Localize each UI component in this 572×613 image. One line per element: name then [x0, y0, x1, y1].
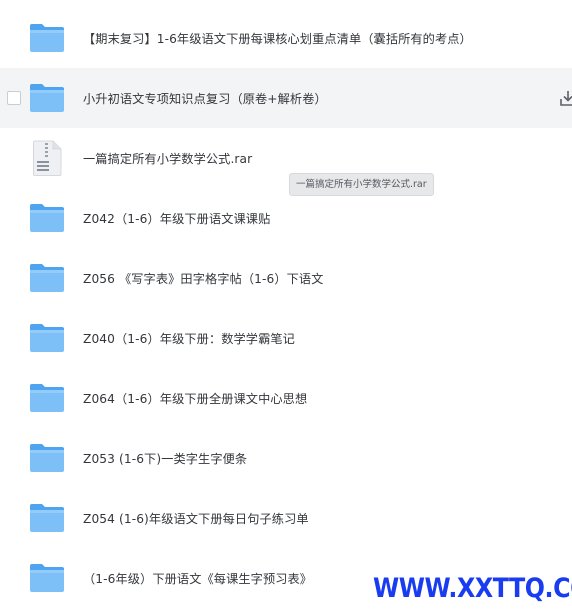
folder-icon: [28, 379, 66, 417]
filename-tooltip: 一篇搞定所有小学数学公式.rar: [289, 173, 434, 196]
folder-icon: [28, 199, 66, 237]
file-name[interactable]: Z054 (1-6)年级语文下册每日句子练习单: [83, 509, 309, 527]
archive-file-icon: [28, 139, 66, 177]
folder-icon: [28, 319, 66, 357]
folder-icon: [28, 559, 66, 597]
file-name[interactable]: 【期末复习】1-6年级语文下册每课核心划重点清单（囊括所有的考点）: [83, 29, 472, 47]
download-icon[interactable]: [558, 88, 572, 108]
file-row[interactable]: 一篇搞定所有小学数学公式.rar: [0, 128, 572, 188]
file-row[interactable]: 小升初语文专项知识点复习（原卷+解析卷）: [0, 68, 572, 128]
file-row[interactable]: Z056 《写字表》田字格字帖（1-6）下语文: [0, 248, 572, 308]
folder-icon: [28, 259, 66, 297]
file-name[interactable]: Z042（1-6）年级下册语文课课贴: [83, 209, 270, 227]
folder-icon: [28, 499, 66, 537]
folder-icon: [28, 19, 66, 57]
file-row[interactable]: Z054 (1-6)年级语文下册每日句子练习单: [0, 488, 572, 548]
file-name[interactable]: Z056 《写字表》田字格字帖（1-6）下语文: [83, 269, 324, 287]
file-name[interactable]: Z053 (1-6下)一类字生字便条: [83, 449, 247, 467]
file-list-page: 【期末复习】1-6年级语文下册每课核心划重点清单（囊括所有的考点） 小升初语文专…: [0, 0, 572, 613]
file-row[interactable]: Z040（1-6）年级下册：数学学霸笔记: [0, 308, 572, 368]
file-row[interactable]: Z042（1-6）年级下册语文课课贴: [0, 188, 572, 248]
file-name[interactable]: （1-6年级）下册语文《每课生字预习表》: [83, 569, 312, 587]
file-list: 【期末复习】1-6年级语文下册每课核心划重点清单（囊括所有的考点） 小升初语文专…: [0, 8, 572, 608]
file-name[interactable]: 一篇搞定所有小学数学公式.rar: [83, 149, 252, 167]
file-name[interactable]: 小升初语文专项知识点复习（原卷+解析卷）: [83, 89, 327, 107]
file-row[interactable]: Z053 (1-6下)一类字生字便条: [0, 428, 572, 488]
file-name[interactable]: Z064（1-6）年级下册全册课文中心思想: [83, 389, 307, 407]
file-name[interactable]: Z040（1-6）年级下册：数学学霸笔记: [83, 329, 295, 347]
file-row[interactable]: 【期末复习】1-6年级语文下册每课核心划重点清单（囊括所有的考点）: [0, 8, 572, 68]
folder-icon: [28, 79, 66, 117]
file-row[interactable]: Z064（1-6）年级下册全册课文中心思想: [0, 368, 572, 428]
watermark-text: WWW.XXTTQ.COM: [373, 573, 572, 604]
row-select-checkbox[interactable]: [7, 91, 21, 105]
folder-icon: [28, 439, 66, 477]
